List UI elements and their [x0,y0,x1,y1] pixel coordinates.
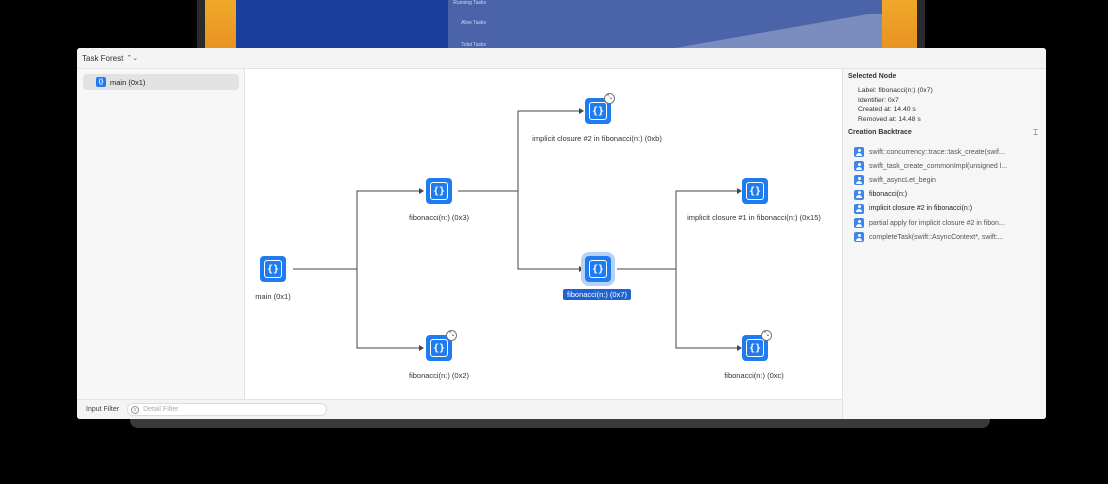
node-identifier-detail: Identifier: 0x7 [858,96,899,104]
chevron-updown-icon[interactable]: ⌃⌄ [126,54,138,62]
graph-node-label: fibonacci(n:) (0x2) [408,371,470,380]
graph-node-label: fibonacci(n:) (0x3) [408,213,470,222]
input-filter-label[interactable]: Input Filter [86,406,119,413]
collapse-icon[interactable]: ⌶ [1031,128,1040,137]
sidebar-item-main[interactable]: {} main (0x1) [83,74,239,90]
backtrace-frame-label: partial apply for implicit closure #2 in… [869,219,1005,227]
edge-fib7-fibc [675,269,737,349]
graph-node-main[interactable]: {} [260,256,286,282]
backtrace-frame[interactable]: swift::concurrency::trace::task_create(s… [854,145,1040,159]
background-row-label: Running Tasks [453,0,486,6]
graph-node-label-selected: fibonacci(n:) (0x7) [562,289,632,300]
user-code-icon [854,147,864,158]
backtrace-frame-label: fibonacci(n:) [869,191,908,199]
background-wallpaper-left [205,0,237,50]
backtrace-frame[interactable]: swift_task_create_commonImpl(unsigned l.… [854,159,1040,173]
inspector-panel: Selected Node Label: fibonacci(n:) (0x7)… [842,69,1046,419]
user-code-icon [854,203,864,214]
user-code-icon [854,232,864,243]
bottom-filter-bar: Input Filter ≡ Detail Filter [77,399,842,419]
arrowhead [579,108,584,114]
graph-node-label: fibonacci(n:) (0xc) [724,371,784,380]
graph-node-fib3[interactable]: {} [426,178,452,204]
graph-node-closure-15[interactable]: {} [742,178,768,204]
backtrace-frame[interactable]: partial apply for implicit closure #2 in… [854,216,1040,230]
backtrace-frame-label: implicit closure #2 in fibonacci(n:) [869,205,973,213]
graph-node-label: implicit closure #2 in fibonacci(n:) (0x… [532,134,662,143]
edge-fib7-clos15 [617,190,737,270]
backtrace-frame[interactable]: implicit closure #2 in fibonacci(n:) [854,202,1040,216]
background-wallpaper-right [882,0,917,50]
selected-node-heading: Selected Node [848,73,897,80]
view-selector[interactable]: Task Forest [82,54,123,63]
braces-icon: {} [264,260,282,278]
background-panel [236,0,448,50]
backtrace-frame[interactable]: fibonacci(n:) [854,188,1040,202]
backtrace-frame-label: swift_asyncLet_begin [869,176,936,184]
background-row-label: Alive Tasks [461,20,486,26]
graph-canvas[interactable]: {} main (0x1) {} fibonacci(n:) (0x3) {} … [245,69,842,399]
braces-icon: {} [589,102,607,120]
braces-icon: {} [746,182,764,200]
sidebar-item-label: main (0x1) [110,77,146,87]
graph-node-fib7[interactable]: {} [585,256,611,282]
edge-main-fib2 [356,269,419,349]
user-code-icon [854,175,864,186]
expand-badge-icon[interactable]: ⤡ [604,93,615,104]
user-code-icon [854,189,864,200]
edge-main-fib3 [293,190,419,270]
node-label-detail: Label: fibonacci(n:) (0x7) [858,87,933,94]
detail-filter-input[interactable]: ≡ Detail Filter [127,403,328,416]
graph-node-label: main (0x1) [255,292,291,301]
edge-fib3-fib7 [517,191,579,270]
backtrace-frame-label: swift_task_create_commonImpl(unsigned l.… [869,162,1008,170]
background-screen: Running Tasks Alive Tasks Total Tasks [236,0,906,50]
arrowhead [579,266,584,272]
backtrace-list: swift::concurrency::trace::task_create(s… [854,145,1040,244]
braces-icon: {} [589,260,607,278]
creation-backtrace-heading: Creation Backtrace [848,129,912,136]
braces-icon: {} [430,339,448,357]
edge-fib3-closb [458,110,579,192]
backtrace-frame-label: swift::concurrency::trace::task_create(s… [869,148,1005,156]
filter-icon: ≡ [131,405,140,414]
toolbar: Task Forest ⌃⌄ [77,48,1046,69]
node-created-detail: Created at: 14.40 s [858,106,916,113]
sidebar: {} main (0x1) [77,69,245,399]
arrowhead [419,345,424,351]
user-code-icon [854,161,864,172]
backtrace-frame[interactable]: swift_asyncLet_begin [854,173,1040,187]
arrowhead [419,188,424,194]
expand-badge-icon[interactable]: ⤡ [761,330,772,341]
task-forest-window: Task Forest ⌃⌄ {} main (0x1) {} main (0x… [77,48,1046,419]
filter-placeholder: Detail Filter [143,406,179,413]
node-removed-detail: Removed at: 14.48 s [858,115,921,123]
braces-icon: {} [430,182,448,200]
braces-icon: {} [96,77,106,87]
device-base [130,418,990,428]
user-code-icon [854,218,864,229]
background-graph [666,14,906,50]
graph-node-label: implicit closure #1 in fibonacci(n:) (0x… [687,213,821,222]
braces-icon: {} [746,339,764,357]
backtrace-frame-label: completeTask(swift::AsyncContext*, swift… [869,233,1004,241]
backtrace-frame[interactable]: completeTask(swift::AsyncContext*, swift… [854,230,1040,244]
expand-badge-icon[interactable]: ⤡ [446,330,457,341]
